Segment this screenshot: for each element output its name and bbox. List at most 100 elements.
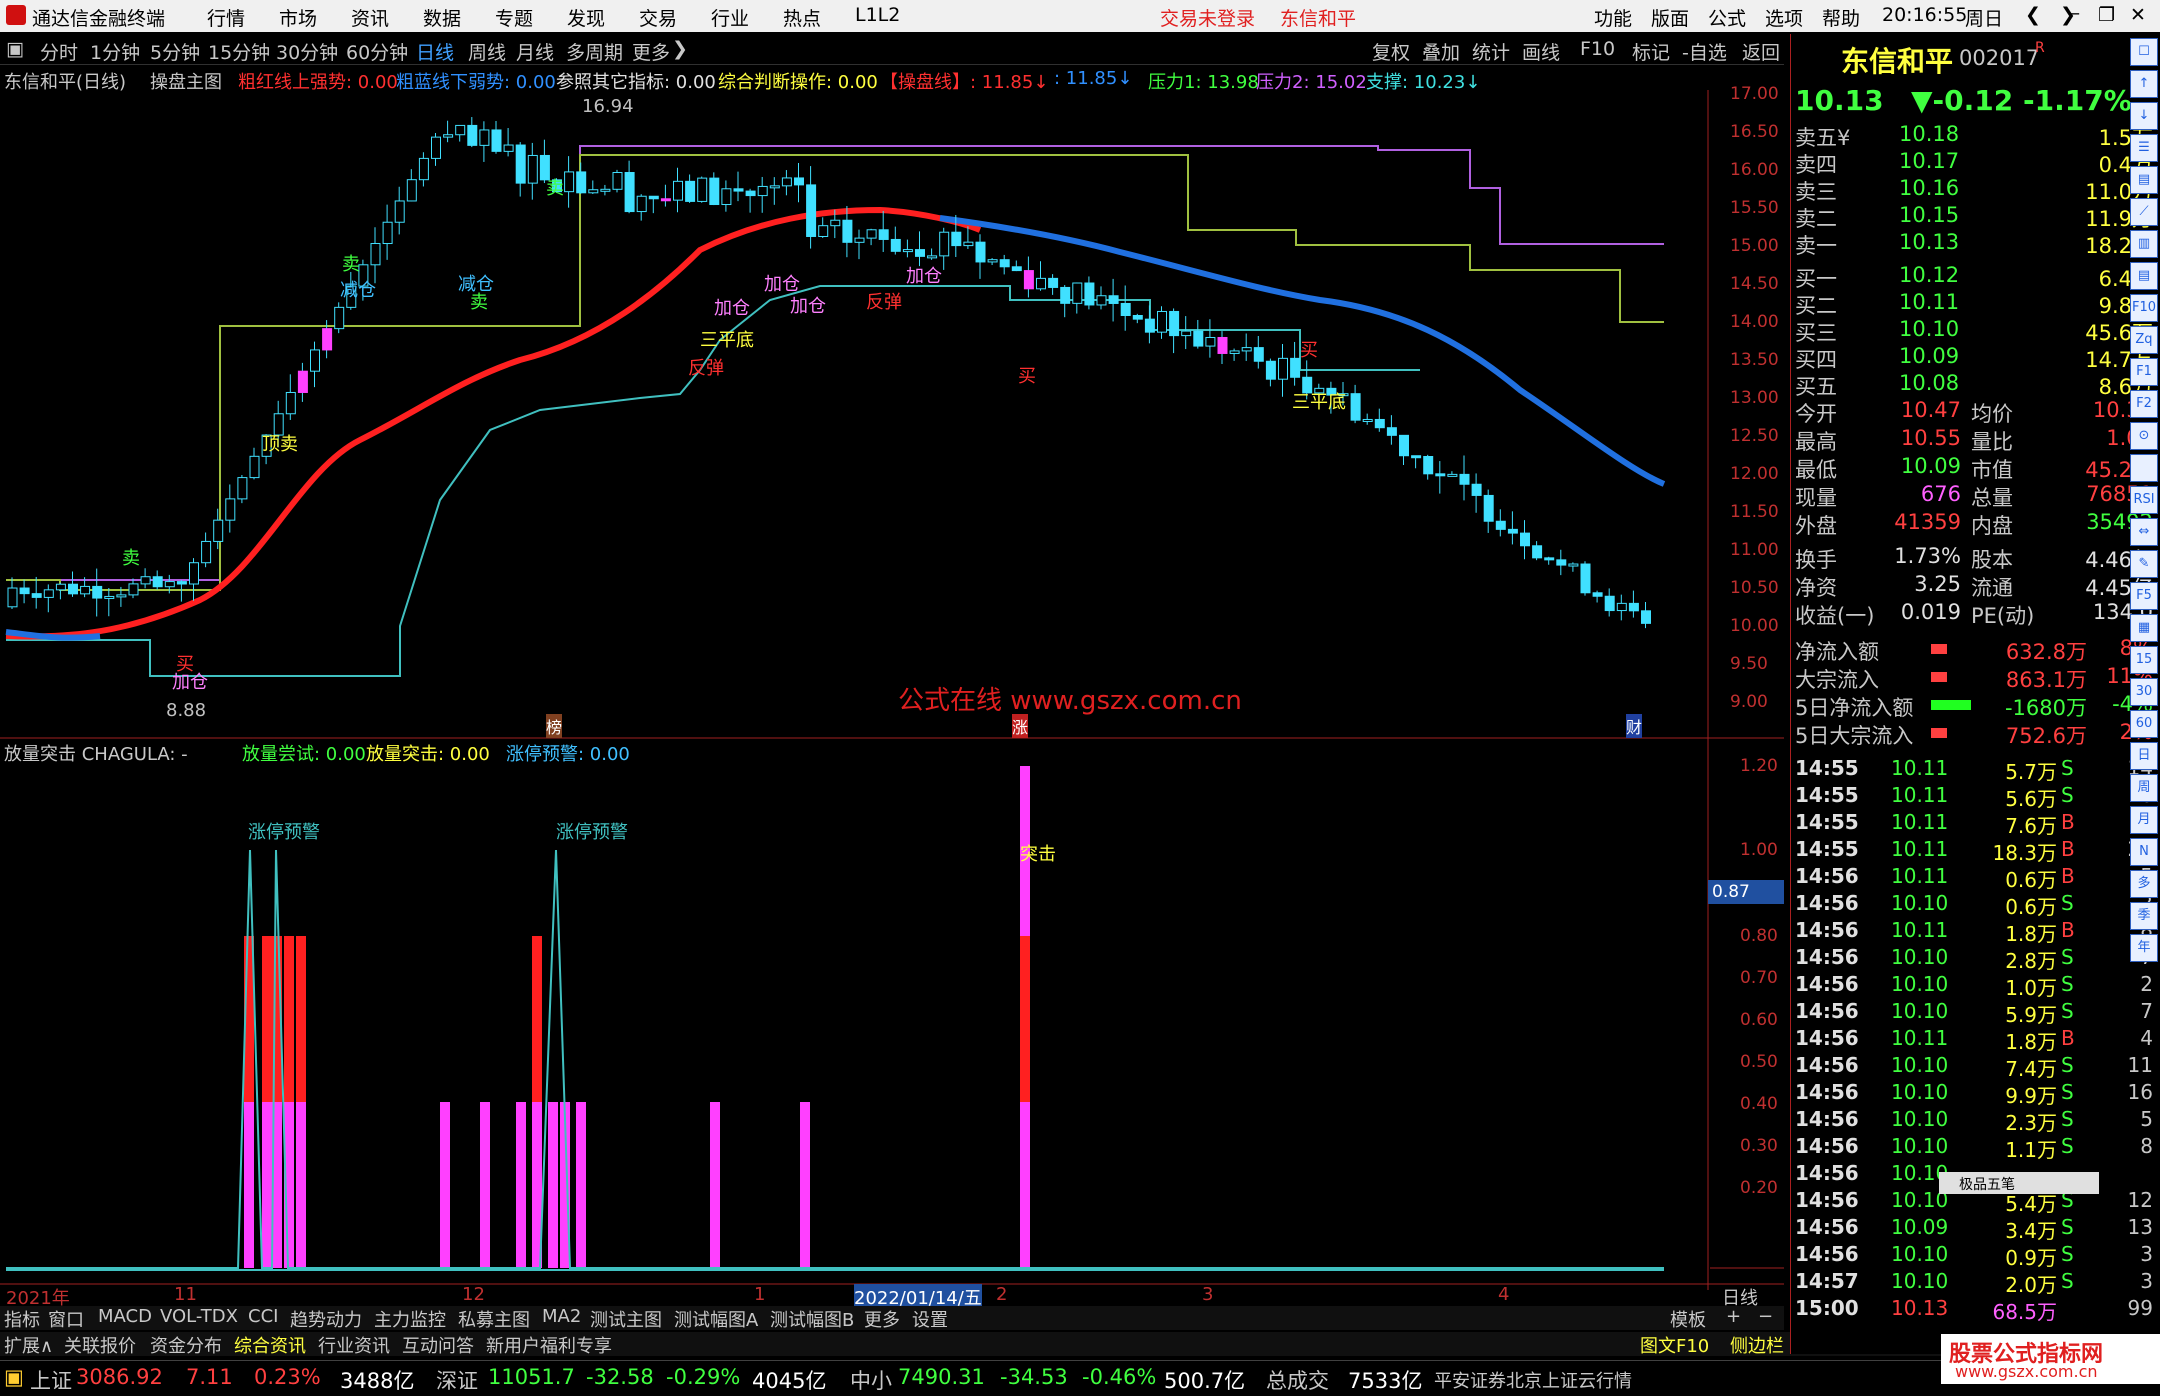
sidebar-tool-icon[interactable]: ✎ [2130, 550, 2158, 578]
menu-gongshi[interactable]: 公式 [1708, 4, 1746, 31]
sidebar-tool-icon[interactable]: ↑ [2130, 70, 2158, 98]
menu-shichang[interactable]: 市场 [279, 4, 317, 31]
period-weekly[interactable]: 周线 [468, 38, 506, 65]
tab-qa[interactable]: 互动问答 [402, 1332, 474, 1358]
tab-zhibiao[interactable]: 指标 [4, 1306, 40, 1332]
sidebar-tool-icon[interactable]: ⇔ [2130, 518, 2158, 546]
sidebar-tool-icon[interactable]: 周 [2130, 774, 2158, 802]
bang-marker[interactable]: 榜 [546, 714, 563, 738]
period-more[interactable]: 更多 [632, 38, 670, 65]
collapse-icon[interactable]: ▣ [6, 38, 24, 60]
tab-vol[interactable]: VOL-TDX [160, 1306, 238, 1327]
sidebar-tool-icon[interactable]: F2 [2130, 390, 2158, 418]
tool-biaoji[interactable]: 标记 [1632, 38, 1670, 65]
sidebar-tool-icon[interactable]: Zq [2130, 326, 2158, 354]
sidebar-tool-icon[interactable]: F1 [2130, 358, 2158, 386]
back-icon[interactable]: ❮ [2025, 4, 2041, 26]
sidebar-tool-icon[interactable]: F5 [2130, 582, 2158, 610]
sidebar-tool-icon[interactable]: 多 [2130, 870, 2158, 898]
tab-qushi[interactable]: 趋势动力 [290, 1306, 362, 1332]
login-status[interactable]: 交易未登录 [1160, 4, 1255, 31]
menu-banmian[interactable]: 版面 [1651, 4, 1689, 31]
zx-label[interactable]: 中小 [850, 1365, 892, 1395]
tab-industry-news[interactable]: 行业资讯 [318, 1332, 390, 1358]
template-button[interactable]: 模板 [1670, 1306, 1706, 1332]
sidebar-tool-icon[interactable]: RSI [2130, 486, 2158, 514]
restore-button[interactable]: ❐ [2098, 4, 2115, 26]
tab-f10[interactable]: 图文F10 [1640, 1332, 1709, 1358]
sz-label[interactable]: 深证 [436, 1365, 478, 1395]
tool-fuquan[interactable]: 复权 [1372, 38, 1410, 65]
menu-faxian[interactable]: 发现 [567, 4, 605, 31]
period-monthly[interactable]: 月线 [516, 38, 554, 65]
tool-zixuan[interactable]: -自选 [1682, 38, 1727, 65]
tab-settings[interactable]: 设置 [912, 1306, 948, 1332]
period-daily[interactable]: 日线 [416, 38, 454, 65]
tab-macd[interactable]: MACD [98, 1306, 152, 1327]
tool-f10[interactable]: F10 [1580, 38, 1615, 60]
sidebar-tool-icon[interactable]: 季 [2130, 902, 2158, 930]
ime-toolbar[interactable]: 极品五笔 [1939, 1172, 2099, 1194]
tool-huaxian[interactable]: 画线 [1522, 38, 1560, 65]
sidebar-tool-icon[interactable] [2130, 454, 2158, 482]
sidebar-tool-icon[interactable]: ⟋ [2130, 198, 2158, 226]
tab-ceshi[interactable]: 测试主图 [590, 1306, 662, 1332]
menu-redian[interactable]: 热点 [783, 4, 821, 31]
menu-xuanxiang[interactable]: 选项 [1765, 4, 1803, 31]
cai-marker[interactable]: 财 [1626, 714, 1643, 738]
sidebar-tool-icon[interactable]: ☐ [2130, 38, 2158, 66]
tab-related[interactable]: 关联报价 [64, 1332, 136, 1358]
tab-cci[interactable]: CCI [248, 1306, 278, 1327]
zoom-out-button[interactable]: − [1758, 1306, 1773, 1327]
zoom-in-button[interactable]: + [1726, 1306, 1741, 1327]
tool-tongji[interactable]: 统计 [1472, 38, 1510, 65]
zhang-marker[interactable]: 涨 [1012, 714, 1029, 738]
menu-jiaoyi[interactable]: 交易 [639, 4, 677, 31]
tab-news[interactable]: 综合资讯 [234, 1332, 306, 1358]
more-chevron-icon[interactable]: ❯ [672, 38, 688, 60]
tool-diejia[interactable]: 叠加 [1422, 38, 1460, 65]
menu-bangzhu[interactable]: 帮助 [1822, 4, 1860, 31]
period-30min[interactable]: 30分钟 [276, 38, 338, 65]
sidebar-tool-icon[interactable]: ▥ [2130, 230, 2158, 258]
period-5min[interactable]: 5分钟 [150, 38, 200, 65]
sidebar-tool-icon[interactable]: 30 [2130, 678, 2158, 706]
tab-capital[interactable]: 资金分布 [150, 1332, 222, 1358]
tab-chuangkou[interactable]: 窗口 [48, 1306, 84, 1332]
tab-expand[interactable]: 扩展∧ [4, 1332, 53, 1358]
menu-hangye[interactable]: 行业 [711, 4, 749, 31]
sh-label[interactable]: 上证 [30, 1365, 72, 1395]
tab-ceshi-a[interactable]: 测试幅图A [674, 1306, 758, 1332]
sidebar-tool-icon[interactable]: ▤ [2130, 262, 2158, 290]
subchart-title[interactable]: 放量突击 CHAGULA: - [4, 740, 188, 766]
period-fenshi[interactable]: 分时 [40, 38, 78, 65]
tool-fanhui[interactable]: 返回 [1742, 38, 1780, 65]
sidebar-tool-icon[interactable]: 年 [2130, 934, 2158, 962]
sidebar-tool-icon[interactable]: ⊙ [2130, 422, 2158, 450]
period-15min[interactable]: 15分钟 [208, 38, 270, 65]
period-multi[interactable]: 多周期 [566, 38, 623, 65]
sidebar-tool-icon[interactable]: 日 [2130, 742, 2158, 770]
sidebar-tool-icon[interactable]: ☰ [2130, 134, 2158, 162]
sidebar-tool-icon[interactable]: 月 [2130, 806, 2158, 834]
tab-ma2[interactable]: MA2 [542, 1306, 581, 1327]
sidebar-tool-icon[interactable]: 60 [2130, 710, 2158, 738]
tab-newuser[interactable]: 新用户福利专享 [486, 1332, 612, 1358]
sidebar-tool-icon[interactable]: ▦ [2130, 614, 2158, 642]
tab-zhuli[interactable]: 主力监控 [374, 1306, 446, 1332]
sidebar-tool-icon[interactable]: 15 [2130, 646, 2158, 674]
menu-shuju[interactable]: 数据 [423, 4, 461, 31]
sidebar-tool-icon[interactable]: F10 [2130, 294, 2158, 322]
period-60min[interactable]: 60分钟 [346, 38, 408, 65]
menu-zixun[interactable]: 资讯 [351, 4, 389, 31]
sidebar-tool-icon[interactable]: ▤ [2130, 166, 2158, 194]
tab-simu[interactable]: 私募主图 [458, 1306, 530, 1332]
sidebar-tool-icon[interactable]: ↓ [2130, 102, 2158, 130]
tab-ceshi-b[interactable]: 测试幅图B [770, 1306, 854, 1332]
menu-l1l2[interactable]: L1L2 [855, 4, 900, 26]
sidebar-tool-icon[interactable]: N [2130, 838, 2158, 866]
minimize-button[interactable]: ‒ [2068, 2, 2080, 24]
menu-zhuanti[interactable]: 专题 [495, 4, 533, 31]
tab-more[interactable]: 更多 [864, 1306, 900, 1332]
close-button[interactable]: ✕ [2130, 4, 2146, 26]
